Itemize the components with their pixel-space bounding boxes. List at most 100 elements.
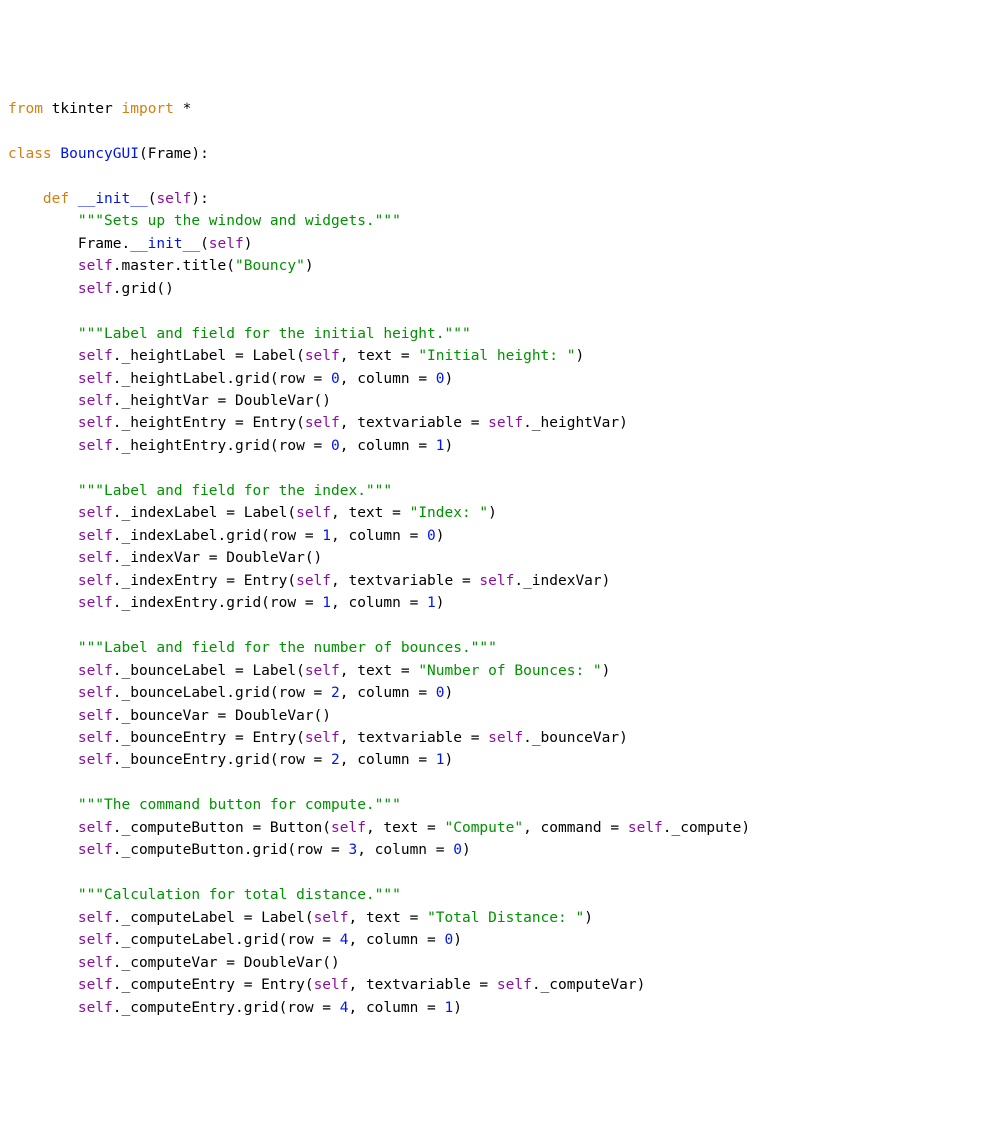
code-token: class bbox=[8, 146, 52, 162]
code-token: self bbox=[78, 415, 113, 431]
code-token: ) bbox=[453, 1000, 462, 1016]
code-token: ._computeVar = DoubleVar() bbox=[113, 955, 340, 971]
code-token: self bbox=[78, 438, 113, 454]
code-token bbox=[8, 977, 78, 993]
code-token bbox=[8, 213, 78, 229]
code-token: "Initial height: " bbox=[418, 348, 575, 364]
code-token: __init__ bbox=[130, 236, 200, 252]
code-token: ._compute) bbox=[663, 820, 750, 836]
code-token: def bbox=[43, 191, 69, 207]
code-token bbox=[8, 797, 78, 813]
code-token: 2 bbox=[331, 685, 340, 701]
code-token: """Label and field for the initial heigh… bbox=[78, 326, 471, 342]
code-token: ._heightEntry = Entry( bbox=[113, 415, 305, 431]
code-token: ._heightEntry.grid(row = bbox=[113, 438, 331, 454]
code-token: ) bbox=[305, 258, 314, 274]
code-token: , column = bbox=[340, 371, 436, 387]
code-token bbox=[8, 887, 78, 903]
code-token: self bbox=[78, 1000, 113, 1016]
code-token: , text = bbox=[340, 348, 419, 364]
code-token: BouncyGUI bbox=[60, 146, 139, 162]
code-token: self bbox=[305, 415, 340, 431]
code-token: 1 bbox=[436, 752, 445, 768]
code-token: , column = bbox=[340, 685, 436, 701]
code-token: 0 bbox=[445, 932, 454, 948]
code-token: , column = bbox=[348, 932, 444, 948]
code-token: ._bounceEntry = Entry( bbox=[113, 730, 305, 746]
code-token: 1 bbox=[436, 438, 445, 454]
code-token: self bbox=[305, 730, 340, 746]
code-token: , column = bbox=[340, 752, 436, 768]
code-token: , column = bbox=[348, 1000, 444, 1016]
code-token: ) bbox=[602, 663, 611, 679]
code-token: self bbox=[497, 977, 532, 993]
code-token: ) bbox=[584, 910, 593, 926]
code-token: self bbox=[296, 505, 331, 521]
code-token: self bbox=[78, 685, 113, 701]
code-token bbox=[8, 685, 78, 701]
code-token bbox=[8, 573, 78, 589]
code-token: 0 bbox=[427, 528, 436, 544]
code-token bbox=[8, 281, 78, 297]
code-token bbox=[8, 955, 78, 971]
code-token: tkinter bbox=[52, 101, 113, 117]
code-token bbox=[8, 348, 78, 364]
code-token bbox=[174, 101, 183, 117]
code-token: self bbox=[78, 842, 113, 858]
code-token: self bbox=[305, 348, 340, 364]
code-token: self bbox=[78, 708, 113, 724]
code-token: , text = bbox=[348, 910, 427, 926]
code-token: ): bbox=[191, 191, 208, 207]
code-token: ._indexVar) bbox=[514, 573, 610, 589]
code-token: from bbox=[8, 101, 43, 117]
code-token: ._computeVar) bbox=[532, 977, 646, 993]
code-token bbox=[8, 663, 78, 679]
code-token: ._computeButton = Button( bbox=[113, 820, 331, 836]
code-token: self bbox=[305, 663, 340, 679]
code-token: ( bbox=[200, 236, 209, 252]
code-token: ) bbox=[462, 842, 471, 858]
code-token: 0 bbox=[436, 685, 445, 701]
code-token: ) bbox=[445, 685, 454, 701]
code-token: ._computeEntry = Entry( bbox=[113, 977, 314, 993]
code-token: .grid() bbox=[113, 281, 174, 297]
python-code-block: from tkinter import * class BouncyGUI(Fr… bbox=[8, 98, 985, 1019]
code-token: , column = bbox=[331, 595, 427, 611]
code-token: ._computeEntry.grid(row = bbox=[113, 1000, 340, 1016]
code-token: * bbox=[183, 101, 192, 117]
code-token bbox=[113, 101, 122, 117]
code-token: ._indexEntry = Entry( bbox=[113, 573, 296, 589]
code-token: , column = bbox=[331, 528, 427, 544]
code-token bbox=[8, 730, 78, 746]
code-token bbox=[8, 820, 78, 836]
code-token bbox=[8, 438, 78, 454]
code-token: , text = bbox=[366, 820, 445, 836]
code-token: "Index: " bbox=[410, 505, 489, 521]
code-token: ._indexVar = DoubleVar() bbox=[113, 550, 323, 566]
code-token bbox=[8, 932, 78, 948]
code-token: self bbox=[78, 820, 113, 836]
code-token: self bbox=[488, 730, 523, 746]
code-token: 1 bbox=[322, 595, 331, 611]
code-token bbox=[8, 528, 78, 544]
code-token: """Calculation for total distance.""" bbox=[78, 887, 401, 903]
code-token bbox=[8, 640, 78, 656]
code-token: 0 bbox=[453, 842, 462, 858]
code-token bbox=[8, 752, 78, 768]
code-token: ._computeButton.grid(row = bbox=[113, 842, 349, 858]
code-token: 2 bbox=[331, 752, 340, 768]
code-token: ._bounceVar) bbox=[523, 730, 628, 746]
code-token bbox=[8, 595, 78, 611]
code-token bbox=[8, 371, 78, 387]
code-token: ) bbox=[445, 371, 454, 387]
code-token bbox=[8, 258, 78, 274]
code-token: self bbox=[78, 573, 113, 589]
code-token bbox=[8, 842, 78, 858]
code-token: .master.title( bbox=[113, 258, 235, 274]
code-token: ._heightVar) bbox=[523, 415, 628, 431]
code-token bbox=[8, 191, 43, 207]
code-token: , column = bbox=[340, 438, 436, 454]
code-token: "Total Distance: " bbox=[427, 910, 584, 926]
code-token: "Number of Bounces: " bbox=[418, 663, 601, 679]
code-token: , command = bbox=[523, 820, 628, 836]
